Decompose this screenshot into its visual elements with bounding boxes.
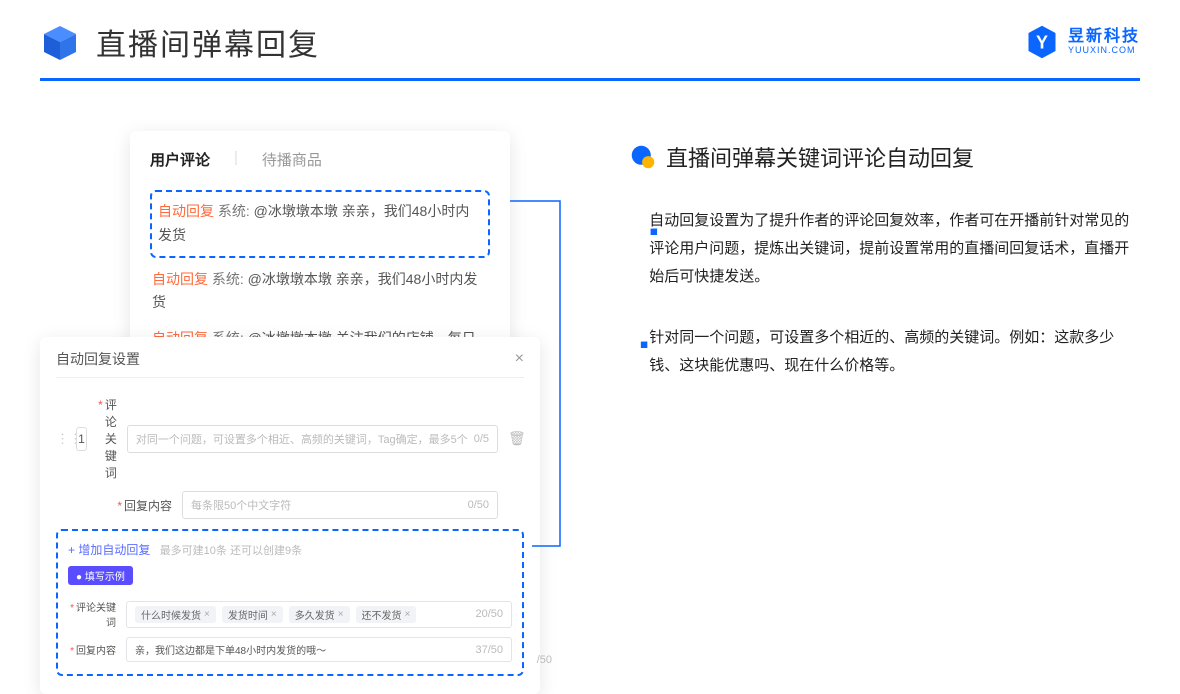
auto-reply-badge: 自动回复 xyxy=(152,271,208,287)
brand-mark-icon: Y xyxy=(1024,24,1060,60)
keyword-counter: 0/5 xyxy=(474,433,489,445)
keyword-field-label: *评论关键词 xyxy=(97,396,117,481)
svg-text:Y: Y xyxy=(1036,32,1048,52)
keyword-placeholder: 对同一个问题，可设置多个相近、高频的关键词，Tag确定，最多5个 xyxy=(136,431,468,447)
bullet-text: 自动回复设置为了提升作者的评论回复效率，作者可在开播前针对常见的评论用户问题，提… xyxy=(649,207,1140,290)
content-placeholder: 每条限50个中文字符 xyxy=(191,497,462,513)
tag-remove-icon[interactable]: × xyxy=(271,609,277,620)
auto-reply-settings-dialog: 自动回复设置 × ⋮⋮ 1 *评论关键词 对同一个问题，可设置多个相近、高频的关… xyxy=(40,337,540,694)
dialog-title: 自动回复设置 xyxy=(56,349,140,369)
section-title: 直播间弹幕关键词评论自动回复 xyxy=(666,141,974,173)
close-icon[interactable]: × xyxy=(515,350,524,368)
bullet-text: 针对同一个问题，可设置多个相近的、高频的关键词。例如：这款多少钱、这块能优惠吗、… xyxy=(649,324,1140,380)
example-content-input[interactable]: 亲，我们这边都是下单48小时内发货的哦～ 37/50 xyxy=(126,637,512,662)
bullet-item: ◆ 针对同一个问题，可设置多个相近的、高频的关键词。例如：这款多少钱、这块能优惠… xyxy=(630,324,1140,380)
brand-name-en: YUUXIN.COM xyxy=(1068,46,1140,56)
comment-row: 自动回复 系统: @冰墩墩本墩 亲亲，我们48小时内发货 xyxy=(150,262,490,322)
example-content-counter: 37/50 xyxy=(475,644,503,656)
tag-remove-icon[interactable]: × xyxy=(204,609,210,620)
page-title: 直播间弹幕回复 xyxy=(96,20,320,64)
system-label: 系统: xyxy=(218,203,250,219)
example-keyword-label: *评论关键词 xyxy=(68,599,116,629)
tab-pending-products[interactable]: 待播商品 xyxy=(262,149,322,176)
delete-icon[interactable]: 🗑 xyxy=(508,430,524,447)
example-section: + 增加自动回复 最多可建10条 还可以创建9条 ● 填写示例 *评论关键词 什… xyxy=(56,529,524,676)
content-field-label: *回复内容 xyxy=(114,497,172,514)
stray-counter: /50 xyxy=(537,654,552,666)
auto-reply-badge: 自动回复 xyxy=(158,203,214,219)
keyword-tag[interactable]: 还不发货× xyxy=(356,606,417,623)
tag-remove-icon[interactable]: × xyxy=(338,609,344,620)
keyword-tag[interactable]: 多久发货× xyxy=(289,606,350,623)
brand-name-cn: 昱新科技 xyxy=(1068,28,1140,46)
drag-handle-icon[interactable]: ⋮⋮ xyxy=(56,431,66,447)
content-counter: 0/50 xyxy=(468,499,489,511)
chat-bubble-icon xyxy=(630,144,656,170)
tab-separator: | xyxy=(234,149,238,176)
tag-remove-icon[interactable]: × xyxy=(405,609,411,620)
sequence-number: 1 xyxy=(76,427,87,451)
example-badge: ● 填写示例 xyxy=(68,566,133,585)
bullet-item: ◆ 自动回复设置为了提升作者的评论回复效率，作者可在开播前针对常见的评论用户问题… xyxy=(630,207,1140,290)
keyword-tag[interactable]: 发货时间× xyxy=(222,606,283,623)
brand-logo: Y 昱新科技 YUUXIN.COM xyxy=(1024,24,1140,60)
system-label: 系统: xyxy=(212,271,244,287)
add-auto-reply-link[interactable]: + 增加自动回复 xyxy=(68,541,150,558)
tab-user-comments[interactable]: 用户评论 xyxy=(150,149,210,176)
example-keyword-counter: 20/50 xyxy=(475,608,503,620)
comment-row-highlight: 自动回复 系统: @冰墩墩本墩 亲亲，我们48小时内发货 xyxy=(150,190,490,258)
keyword-input[interactable]: 对同一个问题，可设置多个相近、高频的关键词，Tag确定，最多5个 0/5 xyxy=(127,425,498,453)
content-input[interactable]: 每条限50个中文字符 0/50 xyxy=(182,491,498,519)
keyword-tag[interactable]: 什么时候发货× xyxy=(135,606,216,623)
example-content-label: *回复内容 xyxy=(68,642,116,657)
cube-icon xyxy=(40,22,80,62)
add-tip: 最多可建10条 还可以创建9条 xyxy=(160,545,302,557)
example-keyword-input[interactable]: 什么时候发货× 发货时间× 多久发货× 还不发货× 20/50 xyxy=(126,601,512,628)
example-content-value: 亲，我们这边都是下单48小时内发货的哦～ xyxy=(135,642,326,657)
